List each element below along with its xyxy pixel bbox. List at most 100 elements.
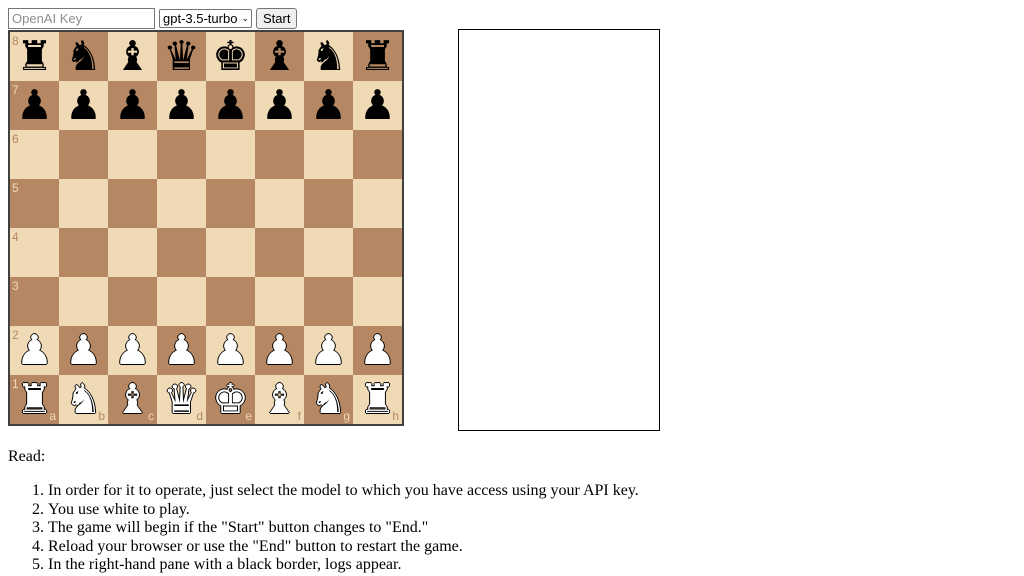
square-b5[interactable] bbox=[59, 179, 108, 228]
black-pawn-icon[interactable]: ♟ bbox=[359, 85, 396, 126]
white-pawn-icon[interactable]: ♟ bbox=[261, 330, 298, 371]
square-b8[interactable]: ♞ bbox=[59, 32, 108, 81]
square-c7[interactable]: ♟ bbox=[108, 81, 157, 130]
black-pawn-icon[interactable]: ♟ bbox=[212, 85, 249, 126]
square-a3[interactable]: 3 bbox=[10, 277, 59, 326]
white-rook-icon[interactable]: ♜ bbox=[359, 379, 396, 420]
square-f8[interactable]: ♝ bbox=[255, 32, 304, 81]
square-f4[interactable] bbox=[255, 228, 304, 277]
square-b6[interactable] bbox=[59, 130, 108, 179]
white-pawn-icon[interactable]: ♟ bbox=[212, 330, 249, 371]
square-f6[interactable] bbox=[255, 130, 304, 179]
square-f5[interactable] bbox=[255, 179, 304, 228]
square-c3[interactable] bbox=[108, 277, 157, 326]
square-e3[interactable] bbox=[206, 277, 255, 326]
black-pawn-icon[interactable]: ♟ bbox=[65, 85, 102, 126]
square-a5[interactable]: 5 bbox=[10, 179, 59, 228]
white-knight-icon[interactable]: ♞ bbox=[310, 379, 347, 420]
white-pawn-icon[interactable]: ♟ bbox=[359, 330, 396, 371]
square-c6[interactable] bbox=[108, 130, 157, 179]
square-c8[interactable]: ♝ bbox=[108, 32, 157, 81]
white-bishop-icon[interactable]: ♝ bbox=[261, 379, 298, 420]
square-a8[interactable]: ♜ 8 bbox=[10, 32, 59, 81]
square-b4[interactable] bbox=[59, 228, 108, 277]
white-king-icon[interactable]: ♚ bbox=[212, 379, 249, 420]
square-a6[interactable]: 6 bbox=[10, 130, 59, 179]
black-bishop-icon[interactable]: ♝ bbox=[114, 36, 151, 77]
square-d5[interactable] bbox=[157, 179, 206, 228]
white-rook-icon[interactable]: ♜ bbox=[16, 379, 53, 420]
square-e8[interactable]: ♚ bbox=[206, 32, 255, 81]
square-g3[interactable] bbox=[304, 277, 353, 326]
black-pawn-icon[interactable]: ♟ bbox=[310, 85, 347, 126]
square-g8[interactable]: ♞ bbox=[304, 32, 353, 81]
square-a4[interactable]: 4 bbox=[10, 228, 59, 277]
white-pawn-icon[interactable]: ♟ bbox=[163, 330, 200, 371]
square-e2[interactable]: ♟ bbox=[206, 326, 255, 375]
square-d2[interactable]: ♟ bbox=[157, 326, 206, 375]
black-pawn-icon[interactable]: ♟ bbox=[163, 85, 200, 126]
white-pawn-icon[interactable]: ♟ bbox=[114, 330, 151, 371]
square-a2[interactable]: ♟ 2 bbox=[10, 326, 59, 375]
white-knight-icon[interactable]: ♞ bbox=[65, 379, 102, 420]
black-rook-icon[interactable]: ♜ bbox=[359, 36, 396, 77]
square-g6[interactable] bbox=[304, 130, 353, 179]
square-f3[interactable] bbox=[255, 277, 304, 326]
square-g4[interactable] bbox=[304, 228, 353, 277]
model-select[interactable]: gpt-3.5-turbo ⌄ bbox=[159, 9, 252, 28]
square-e1[interactable]: ♚ e bbox=[206, 375, 255, 424]
square-h7[interactable]: ♟ bbox=[353, 81, 402, 130]
start-button[interactable]: Start bbox=[255, 8, 298, 29]
square-h5[interactable] bbox=[353, 179, 402, 228]
square-d4[interactable] bbox=[157, 228, 206, 277]
white-pawn-icon[interactable]: ♟ bbox=[65, 330, 102, 371]
square-h8[interactable]: ♜ bbox=[353, 32, 402, 81]
square-f7[interactable]: ♟ bbox=[255, 81, 304, 130]
square-g2[interactable]: ♟ bbox=[304, 326, 353, 375]
square-h1[interactable]: ♜ h bbox=[353, 375, 402, 424]
square-c5[interactable] bbox=[108, 179, 157, 228]
square-e5[interactable] bbox=[206, 179, 255, 228]
square-c4[interactable] bbox=[108, 228, 157, 277]
white-pawn-icon[interactable]: ♟ bbox=[16, 330, 53, 371]
square-e7[interactable]: ♟ bbox=[206, 81, 255, 130]
black-queen-icon[interactable]: ♛ bbox=[163, 36, 200, 77]
square-b3[interactable] bbox=[59, 277, 108, 326]
black-bishop-icon[interactable]: ♝ bbox=[261, 36, 298, 77]
square-d7[interactable]: ♟ bbox=[157, 81, 206, 130]
square-d8[interactable]: ♛ bbox=[157, 32, 206, 81]
white-queen-icon[interactable]: ♛ bbox=[163, 379, 200, 420]
black-king-icon[interactable]: ♚ bbox=[212, 36, 249, 77]
square-h4[interactable] bbox=[353, 228, 402, 277]
square-b1[interactable]: ♞ b bbox=[59, 375, 108, 424]
square-h2[interactable]: ♟ bbox=[353, 326, 402, 375]
square-d3[interactable] bbox=[157, 277, 206, 326]
square-c2[interactable]: ♟ bbox=[108, 326, 157, 375]
white-pawn-icon[interactable]: ♟ bbox=[310, 330, 347, 371]
openai-key-input[interactable] bbox=[8, 8, 155, 29]
black-pawn-icon[interactable]: ♟ bbox=[16, 85, 53, 126]
black-rook-icon[interactable]: ♜ bbox=[16, 36, 53, 77]
square-d6[interactable] bbox=[157, 130, 206, 179]
square-h3[interactable] bbox=[353, 277, 402, 326]
square-e6[interactable] bbox=[206, 130, 255, 179]
square-g7[interactable]: ♟ bbox=[304, 81, 353, 130]
square-g5[interactable] bbox=[304, 179, 353, 228]
black-pawn-icon[interactable]: ♟ bbox=[261, 85, 298, 126]
black-pawn-icon[interactable]: ♟ bbox=[114, 85, 151, 126]
square-f1[interactable]: ♝ f bbox=[255, 375, 304, 424]
black-knight-icon[interactable]: ♞ bbox=[310, 36, 347, 77]
black-knight-icon[interactable]: ♞ bbox=[65, 36, 102, 77]
square-d1[interactable]: ♛ d bbox=[157, 375, 206, 424]
white-bishop-icon[interactable]: ♝ bbox=[114, 379, 151, 420]
square-c1[interactable]: ♝ c bbox=[108, 375, 157, 424]
square-e4[interactable] bbox=[206, 228, 255, 277]
square-b2[interactable]: ♟ bbox=[59, 326, 108, 375]
chess-board[interactable]: ♜ 8 ♞ ♝ ♛ ♚ ♝ ♞ ♜ ♟ 7 ♟ ♟ ♟ ♟ ♟ ♟ ♟ 6 5 4 3 ♟ 2 ♟ ♟ ♟ ♟ ♟ ♟ ♟ ♜ 1 a ♞ b ♝ c ♛ d… bbox=[8, 30, 404, 426]
square-h6[interactable] bbox=[353, 130, 402, 179]
square-f2[interactable]: ♟ bbox=[255, 326, 304, 375]
square-a7[interactable]: ♟ 7 bbox=[10, 81, 59, 130]
square-g1[interactable]: ♞ g bbox=[304, 375, 353, 424]
square-b7[interactable]: ♟ bbox=[59, 81, 108, 130]
square-a1[interactable]: ♜ 1 a bbox=[10, 375, 59, 424]
